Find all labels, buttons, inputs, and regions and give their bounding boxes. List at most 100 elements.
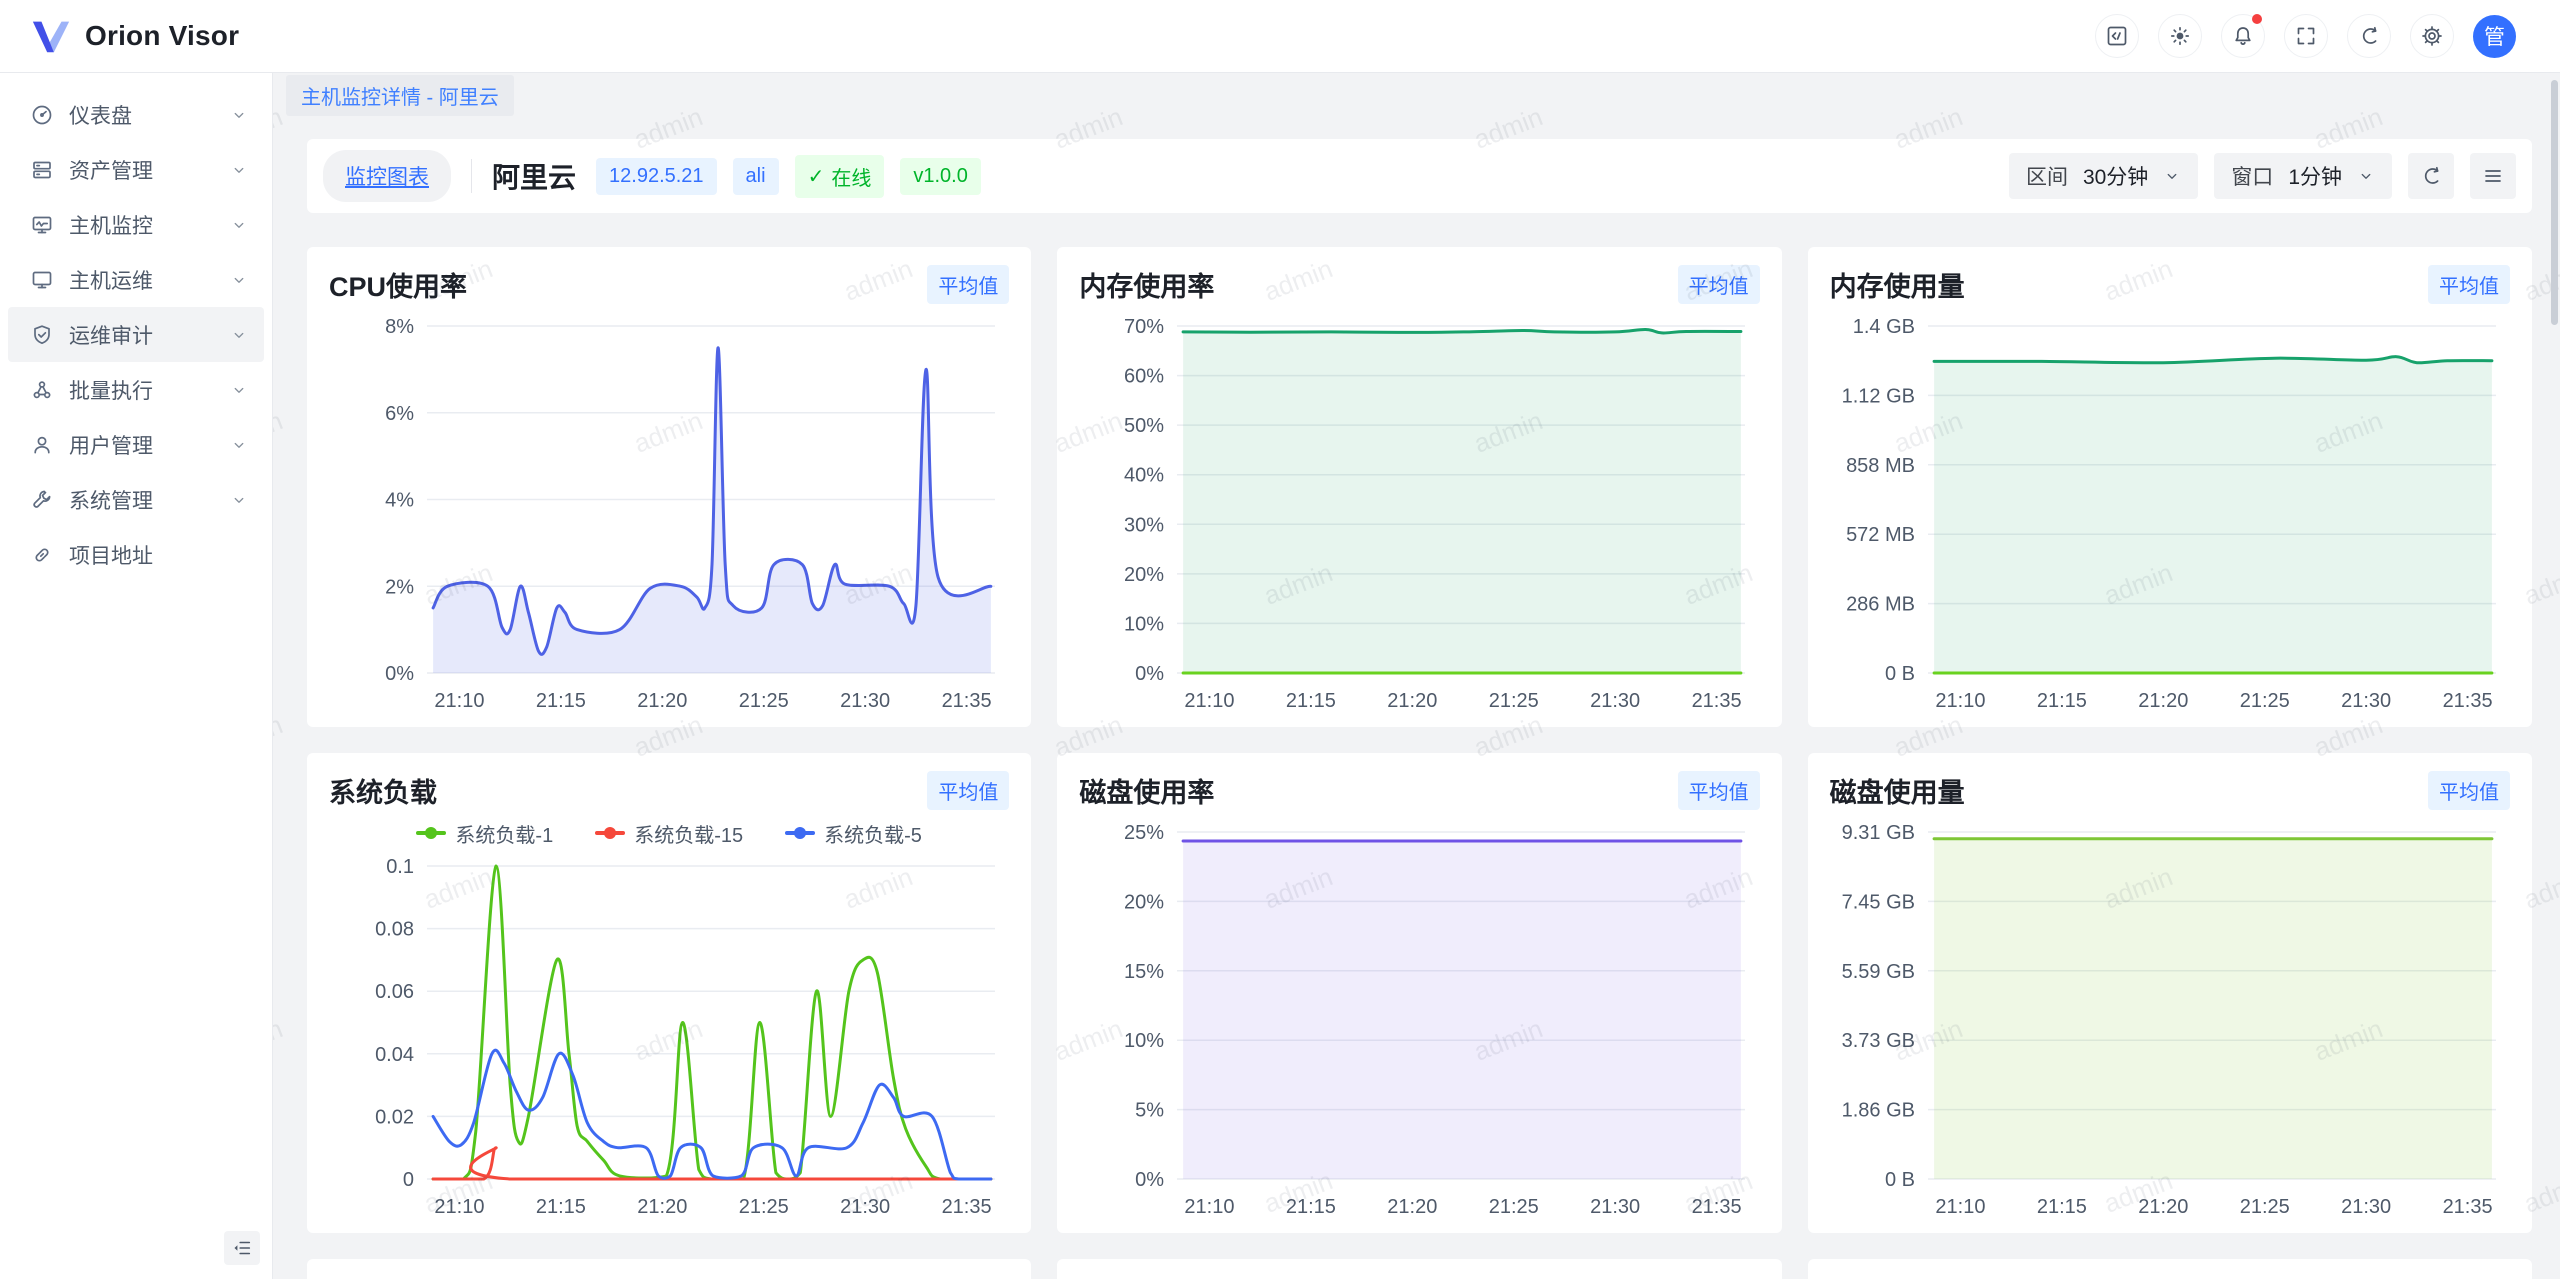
refresh-button[interactable] bbox=[2347, 14, 2391, 58]
svg-text:21:10: 21:10 bbox=[434, 690, 484, 712]
host-name: 阿里云 bbox=[492, 156, 576, 196]
svg-text:21:35: 21:35 bbox=[2442, 1196, 2492, 1218]
sidebar-item-label: 运维审计 bbox=[69, 320, 230, 350]
legend-item[interactable]: 系统负载-1 bbox=[416, 819, 553, 848]
refresh-charts-button[interactable] bbox=[2408, 153, 2454, 199]
chevron-down-icon bbox=[230, 436, 248, 454]
svg-text:21:25: 21:25 bbox=[739, 690, 789, 712]
gauge-icon bbox=[30, 103, 54, 127]
fullscreen-button[interactable] bbox=[2284, 14, 2328, 58]
avg-badge: 平均值 bbox=[2428, 265, 2510, 304]
sidebar-item-label: 主机监控 bbox=[69, 210, 230, 240]
chart-title: 磁盘使用量 bbox=[1830, 771, 1965, 810]
svg-text:1.86 GB: 1.86 GB bbox=[1841, 1100, 1914, 1122]
sidebar-item-ops-audit[interactable]: 运维审计 bbox=[8, 307, 264, 362]
svg-text:21:15: 21:15 bbox=[2037, 690, 2087, 712]
settings-icon bbox=[2420, 24, 2444, 48]
sidebar-item-dashboard[interactable]: 仪表盘 bbox=[8, 87, 264, 142]
chart-card-head: 内存使用量平均值 bbox=[1828, 247, 2512, 310]
svg-text:858 MB: 858 MB bbox=[1846, 455, 1915, 477]
tab-monitor-charts[interactable]: 监控图表 bbox=[323, 150, 451, 202]
svg-text:21:25: 21:25 bbox=[2239, 690, 2289, 712]
chart-card-system-load: 系统负载平均值系统负载-1系统负载-15系统负载-500.020.040.060… bbox=[307, 753, 1031, 1233]
bell-button[interactable] bbox=[2221, 14, 2265, 58]
sidebar-item-user-mgmt[interactable]: 用户管理 bbox=[8, 417, 264, 472]
charts-grid-row-2: 系统负载平均值系统负载-1系统负载-15系统负载-500.020.040.060… bbox=[307, 753, 2532, 1233]
refresh-icon bbox=[2357, 24, 2381, 48]
chart-card-head: 系统负载平均值 bbox=[327, 753, 1011, 816]
legend-label: 系统负载-5 bbox=[824, 819, 922, 848]
sidebar-item-host-ops[interactable]: 主机运维 bbox=[8, 252, 264, 307]
avg-badge: 平均值 bbox=[927, 265, 1009, 304]
menu-fold-icon bbox=[231, 1237, 253, 1259]
sidebar-item-host-monitor[interactable]: 主机监控 bbox=[8, 197, 264, 252]
svg-text:60%: 60% bbox=[1124, 366, 1164, 388]
svg-text:21:20: 21:20 bbox=[637, 1196, 687, 1218]
svg-text:21:10: 21:10 bbox=[434, 1196, 484, 1218]
svg-text:21:15: 21:15 bbox=[536, 1196, 586, 1218]
sidebar-item-project-link[interactable]: 项目地址 bbox=[8, 527, 264, 582]
svg-text:21:10: 21:10 bbox=[1185, 1196, 1235, 1218]
sidebar-item-assets[interactable]: 资产管理 bbox=[8, 142, 264, 197]
hamburger-icon bbox=[2481, 164, 2505, 188]
svg-text:21:25: 21:25 bbox=[1489, 1196, 1539, 1218]
notification-badge bbox=[2252, 14, 2262, 24]
avg-badge: 平均值 bbox=[1678, 265, 1760, 304]
legend-item[interactable]: 系统负载-5 bbox=[785, 819, 922, 848]
sidebar-item-label: 系统管理 bbox=[69, 485, 230, 515]
sidebar-item-label: 批量执行 bbox=[69, 375, 230, 405]
header-controls: 区间 30分钟 窗口 1分钟 bbox=[2009, 153, 2516, 199]
fullscreen-icon bbox=[2294, 24, 2318, 48]
svg-text:0.02: 0.02 bbox=[375, 1106, 414, 1128]
chart-card-cpu-usage: CPU使用率平均值0%2%4%6%8%21:1021:1521:2021:252… bbox=[307, 247, 1031, 727]
assets-icon bbox=[30, 158, 54, 182]
monitor-icon bbox=[30, 268, 54, 292]
svg-text:25%: 25% bbox=[1124, 822, 1164, 844]
chevron-down-icon bbox=[230, 216, 248, 234]
chart-body: 0%5%10%15%20%25%21:1021:1521:2021:2521:3… bbox=[1077, 816, 1761, 1225]
window-select[interactable]: 窗口 1分钟 bbox=[2214, 153, 2392, 199]
sidebar-item-batch-exec[interactable]: 批量执行 bbox=[8, 362, 264, 417]
chevron-down-icon bbox=[230, 491, 248, 509]
collapse-sidebar-button[interactable] bbox=[224, 1231, 260, 1265]
svg-text:50%: 50% bbox=[1124, 415, 1164, 437]
hamburger-icon bbox=[2481, 164, 2505, 188]
legend-item[interactable]: 系统负载-15 bbox=[595, 819, 743, 848]
svg-text:5%: 5% bbox=[1135, 1100, 1164, 1122]
theme-icon bbox=[2168, 24, 2192, 48]
legend-marker-icon bbox=[416, 827, 446, 839]
svg-text:0.1: 0.1 bbox=[386, 856, 414, 878]
svg-text:21:10: 21:10 bbox=[1935, 690, 1985, 712]
svg-text:0 B: 0 B bbox=[1885, 1169, 1915, 1191]
svg-text:21:15: 21:15 bbox=[1286, 1196, 1336, 1218]
svg-text:21:30: 21:30 bbox=[2341, 1196, 2391, 1218]
chart-body: 0 B286 MB572 MB858 MB1.12 GB1.4 GB21:102… bbox=[1828, 310, 2512, 719]
nodes-icon bbox=[30, 378, 54, 402]
partial-card bbox=[1808, 1259, 2532, 1279]
chart-card-head: 内存使用率平均值 bbox=[1077, 247, 1761, 310]
side-menu: 仪表盘资产管理主机监控主机运维运维审计批量执行用户管理系统管理项目地址 bbox=[0, 87, 272, 582]
shield-check-icon bbox=[30, 323, 54, 347]
legend-label: 系统负载-1 bbox=[455, 819, 553, 848]
chart-card-memory-usage-amount: 内存使用量平均值0 B286 MB572 MB858 MB1.12 GB1.4 … bbox=[1808, 247, 2532, 727]
range-select[interactable]: 区间 30分钟 bbox=[2009, 153, 2198, 199]
svg-text:21:30: 21:30 bbox=[840, 690, 890, 712]
theme-button[interactable] bbox=[2158, 14, 2202, 58]
settings-button[interactable] bbox=[2410, 14, 2454, 58]
code-square-button[interactable] bbox=[2095, 14, 2139, 58]
svg-text:21:15: 21:15 bbox=[536, 690, 586, 712]
avatar[interactable]: 管 bbox=[2473, 15, 2516, 58]
chart-card-disk-usage-rate: 磁盘使用率平均值0%5%10%15%20%25%21:1021:1521:202… bbox=[1057, 753, 1781, 1233]
sidebar-item-label: 资产管理 bbox=[69, 155, 230, 185]
svg-text:7.45 GB: 7.45 GB bbox=[1841, 891, 1914, 913]
chart-menu-button[interactable] bbox=[2470, 153, 2516, 199]
svg-text:0.08: 0.08 bbox=[375, 919, 414, 941]
topbar-actions: 管 bbox=[2095, 14, 2516, 58]
svg-text:572 MB: 572 MB bbox=[1846, 524, 1915, 546]
host-version-badge: v1.0.0 bbox=[900, 158, 980, 195]
avg-badge: 平均值 bbox=[2428, 771, 2510, 810]
sidebar-item-system-mgmt[interactable]: 系统管理 bbox=[8, 472, 264, 527]
scrollbar-thumb[interactable] bbox=[2551, 80, 2558, 325]
breadcrumb[interactable]: 主机监控详情 - 阿里云 bbox=[286, 75, 514, 116]
legend-marker-icon bbox=[595, 827, 625, 839]
